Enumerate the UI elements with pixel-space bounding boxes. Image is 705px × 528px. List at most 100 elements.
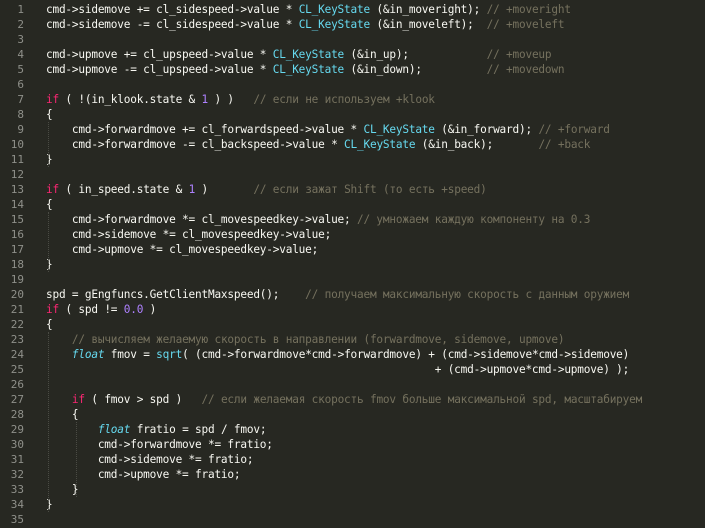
code-token: ( in_speed.state & bbox=[58, 183, 189, 196]
code-editor[interactable]: 1 2 3 4 5 6 7 8 9 10 11 12 13 14 15 16 17 18 19 20 21 22 23 24 2… bbox=[0, 0, 705, 528]
code-area[interactable]: cmd->sidemove += cl_sidespeed->value * C… bbox=[38, 0, 705, 528]
line-number: 35 bbox=[10, 513, 24, 526]
code-token: } bbox=[46, 498, 53, 511]
line-number: 17 bbox=[10, 243, 24, 256]
code-line[interactable]: float fratio = spd / fmov; bbox=[46, 422, 267, 437]
code-token: cmd->upmove -= cl_upspeed->value * bbox=[46, 63, 273, 76]
code-line[interactable]: { bbox=[46, 197, 53, 212]
line-number: 11 bbox=[10, 153, 24, 166]
code-token: ( spd != bbox=[58, 303, 124, 316]
code-token: (&in_down); bbox=[344, 63, 487, 76]
code-comment: // +moveleft bbox=[486, 18, 565, 31]
code-token: { bbox=[46, 108, 53, 121]
line-number: 6 bbox=[17, 78, 24, 91]
code-line[interactable]: if ( !(in_klook.state & 1 ) ) // если не… bbox=[46, 92, 435, 107]
code-token: (&in_back); bbox=[415, 138, 539, 151]
code-token: } bbox=[46, 153, 53, 166]
code-line[interactable]: cmd->forwardmove += cl_forwardspeed->val… bbox=[46, 122, 610, 137]
code-line[interactable]: cmd->upmove *= cl_movespeedkey->value; bbox=[46, 242, 318, 257]
line-number: 20 bbox=[10, 288, 24, 301]
code-comment: // получаем максимальную скорость с данн… bbox=[305, 288, 630, 301]
code-line[interactable]: cmd->sidemove += cl_sidespeed->value * C… bbox=[46, 2, 571, 17]
line-number: 13 bbox=[10, 183, 24, 196]
code-token: cmd->upmove *= cl_movespeedkey->value; bbox=[46, 243, 319, 256]
code-comment: // если зажат Shift (то есть +speed) bbox=[253, 183, 487, 196]
code-line[interactable]: } bbox=[46, 152, 53, 167]
code-line[interactable]: if ( spd != 0.0 ) bbox=[46, 302, 156, 317]
code-line[interactable]: } bbox=[46, 257, 53, 272]
code-line[interactable]: } bbox=[46, 482, 79, 497]
line-number: 28 bbox=[10, 408, 24, 421]
code-comment: // если желаемая скорость fmov больше ма… bbox=[201, 393, 643, 406]
line-number: 4 bbox=[17, 48, 24, 61]
code-line[interactable]: float fmov = sqrt( (cmd->forwardmove*cmd… bbox=[46, 347, 629, 362]
line-number: 3 bbox=[17, 33, 24, 46]
line-number: 22 bbox=[10, 318, 24, 331]
code-token: CL_KeyState bbox=[363, 123, 435, 136]
code-token: if bbox=[46, 183, 59, 196]
code-line[interactable]: } bbox=[46, 497, 53, 512]
code-line[interactable]: cmd->sidemove -= cl_sidespeed->value * C… bbox=[46, 17, 565, 32]
code-token: if bbox=[46, 93, 59, 106]
code-comment: // +movedown bbox=[486, 63, 565, 76]
code-line[interactable]: if ( in_speed.state & 1 ) // если зажат … bbox=[46, 182, 487, 197]
code-token: cmd->sidemove *= fratio; bbox=[46, 453, 254, 466]
code-token: CL_KeyState bbox=[272, 48, 345, 61]
line-number: 12 bbox=[10, 168, 24, 181]
code-line[interactable]: + (cmd->upmove*cmd->upmove) ); bbox=[46, 362, 630, 377]
code-line[interactable]: { bbox=[46, 407, 79, 422]
line-number: 29 bbox=[10, 423, 24, 436]
code-comment: // +moveright bbox=[486, 3, 571, 16]
code-token: CL_KeyState bbox=[298, 3, 370, 16]
line-number: 27 bbox=[10, 393, 24, 406]
code-token: CL_KeyState bbox=[272, 63, 345, 76]
code-token: float bbox=[97, 423, 131, 436]
code-token: (&in_moveright); bbox=[369, 3, 487, 16]
code-line[interactable]: if ( fmov > spd ) // если желаемая скоро… bbox=[46, 392, 642, 407]
code-token: fratio = spd / fmov; bbox=[130, 423, 267, 436]
line-number-gutter: 1 2 3 4 5 6 7 8 9 10 11 12 13 14 15 16 17 18 19 20 21 22 23 24 2… bbox=[0, 0, 38, 528]
code-token: cmd->forwardmove += cl_forwardspeed->val… bbox=[46, 123, 364, 136]
code-token: cmd->upmove += cl_upspeed->value * bbox=[46, 48, 273, 61]
code-line[interactable]: { bbox=[46, 107, 53, 122]
code-token: CL_KeyState bbox=[344, 138, 416, 151]
code-token: (&in_up); bbox=[344, 48, 487, 61]
code-token: (&in_moveleft); bbox=[369, 18, 487, 31]
code-token: cmd->sidemove += cl_sidespeed->value * bbox=[46, 3, 299, 16]
code-token: cmd->forwardmove *= fratio; bbox=[46, 438, 273, 451]
code-line[interactable]: cmd->upmove += cl_upspeed->value * CL_Ke… bbox=[46, 47, 552, 62]
code-line[interactable]: { bbox=[46, 317, 53, 332]
code-line[interactable]: cmd->sidemove *= cl_movespeedkey->value; bbox=[46, 227, 331, 242]
code-token: { bbox=[46, 198, 53, 211]
code-line[interactable]: spd = gEngfuncs.GetClientMaxspeed(); // … bbox=[46, 287, 629, 302]
code-token: if bbox=[46, 303, 59, 316]
code-token: ( fmov > spd ) bbox=[84, 393, 202, 406]
code-line[interactable]: // вычисляем желаемую скорость в направл… bbox=[46, 332, 565, 347]
line-number: 1 bbox=[17, 3, 24, 16]
line-number: 33 bbox=[10, 483, 24, 496]
line-number: 31 bbox=[10, 453, 24, 466]
code-token: { bbox=[46, 408, 79, 421]
line-number: 30 bbox=[10, 438, 24, 451]
line-number: 2 bbox=[17, 18, 24, 31]
code-token: sqrt bbox=[156, 348, 183, 361]
code-comment: // если не используем +klook bbox=[253, 93, 435, 106]
code-token: { bbox=[46, 318, 53, 331]
code-line[interactable]: cmd->upmove -= cl_upspeed->value * CL_Ke… bbox=[46, 62, 565, 77]
code-line[interactable]: cmd->forwardmove *= cl_movespeedkey->val… bbox=[46, 212, 591, 227]
indent-guide bbox=[48, 332, 49, 512]
code-token: spd = gEngfuncs.GetClientMaxspeed(); bbox=[46, 288, 306, 301]
code-token: ( (cmd->forwardmove*cmd->forwardmove) + … bbox=[182, 348, 630, 361]
line-number: 15 bbox=[10, 213, 24, 226]
line-number: 9 bbox=[17, 123, 24, 136]
code-token: cmd->forwardmove *= cl_movespeedkey->val… bbox=[46, 213, 357, 226]
code-token: ) bbox=[143, 303, 157, 316]
code-token: ( !(in_klook.state & bbox=[58, 93, 202, 106]
code-line[interactable]: cmd->forwardmove *= fratio; bbox=[46, 437, 273, 452]
code-line[interactable]: cmd->sidemove *= fratio; bbox=[46, 452, 254, 467]
code-token: cmd->forwardmove -= cl_backspeed->value … bbox=[46, 138, 345, 151]
indent-guide bbox=[76, 422, 77, 497]
code-line[interactable]: cmd->forwardmove -= cl_backspeed->value … bbox=[46, 137, 591, 152]
code-comment: // +back bbox=[538, 138, 591, 151]
